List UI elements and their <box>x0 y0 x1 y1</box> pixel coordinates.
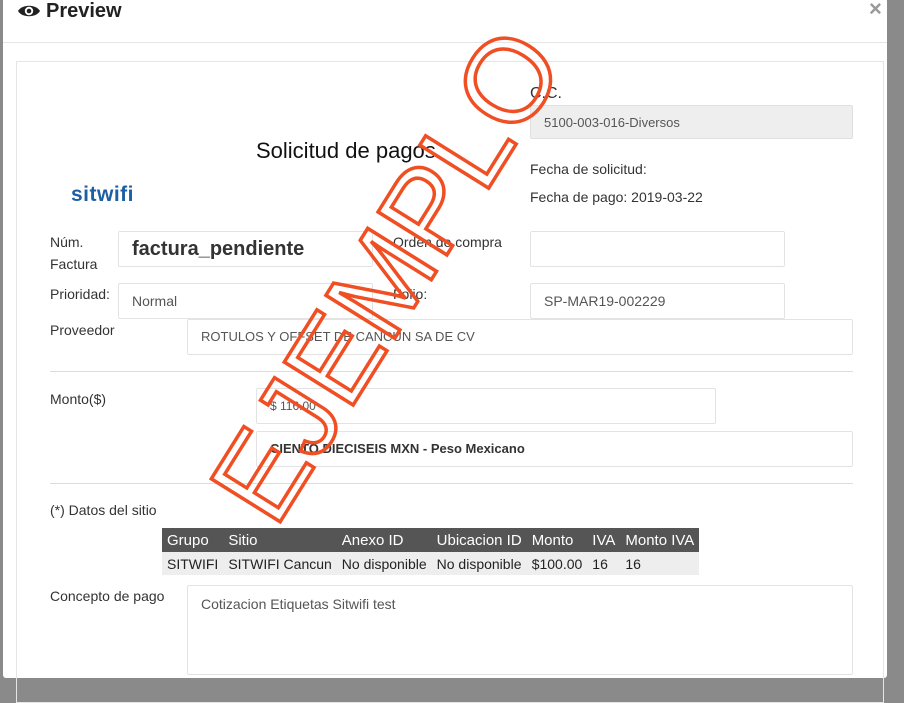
monto-label: Monto($) <box>50 391 107 407</box>
fecha-solicitud-label: Fecha de solicitud: <box>530 161 647 177</box>
prioridad-field[interactable]: Normal <box>118 283 373 319</box>
sites-table: Grupo Sitio Anexo ID Ubicacion ID Monto … <box>162 528 700 575</box>
concepto-textarea[interactable]: Cotizacion Etiquetas Sitwifi test <box>187 585 853 675</box>
sitwifi-logo: sitwifi <box>71 183 135 206</box>
prioridad-label: Prioridad: <box>50 286 110 302</box>
orden-compra-field[interactable] <box>530 231 785 267</box>
table-cell: 16 <box>587 552 621 575</box>
table-cell: $100.00 <box>526 552 588 575</box>
column-header: Grupo <box>162 528 224 552</box>
divider <box>50 483 853 484</box>
table-cell: SITWIFI <box>162 552 224 575</box>
eye-icon <box>18 5 40 17</box>
fecha-pago-text: Fecha de pago: 2019-03-22 <box>530 189 703 205</box>
modal-title: Preview <box>46 0 122 22</box>
monto-field[interactable]: $ 116.00 <box>256 388 716 424</box>
folio-label: Folio: <box>393 286 428 302</box>
orden-compra-label: Orden de compra <box>393 234 502 250</box>
close-button[interactable]: × <box>869 0 882 22</box>
table-cell: 16 <box>620 552 700 575</box>
datos-sitio-label: (*) Datos del sitio <box>50 502 157 518</box>
proveedor-field[interactable]: ROTULOS Y OFFSET DE CANCUN SA DE CV <box>187 319 853 355</box>
concepto-label: Concepto de pago <box>50 588 165 604</box>
monto-letra-field[interactable]: CIENTO DIECISEIS MXN - Peso Mexicano <box>256 431 853 467</box>
divider <box>50 371 853 372</box>
column-header: Monto IVA <box>620 528 700 552</box>
column-header: Monto <box>526 528 588 552</box>
proveedor-label: Proveedor <box>50 322 115 338</box>
table-row: SITWIFI SITWIFI Cancun No disponible No … <box>162 552 700 575</box>
cc-label: C.C. <box>530 85 562 102</box>
column-header: Anexo ID <box>336 528 432 552</box>
num-factura-field[interactable]: factura_pendiente <box>118 231 373 267</box>
table-cell: No disponible <box>431 552 527 575</box>
folio-field[interactable]: SP-MAR19-002229 <box>530 283 785 319</box>
num-factura-label: Núm. Factura <box>50 234 98 272</box>
table-cell: No disponible <box>336 552 432 575</box>
column-header: Sitio <box>223 528 337 552</box>
modal-header: Preview × <box>3 0 887 43</box>
column-header: IVA <box>587 528 621 552</box>
cc-field[interactable]: 5100-003-016-Diversos <box>530 105 853 139</box>
table-header-row: Grupo Sitio Anexo ID Ubicacion ID Monto … <box>162 528 700 552</box>
table-cell: SITWIFI Cancun <box>223 552 337 575</box>
column-header: Ubicacion ID <box>431 528 527 552</box>
page-heading: Solicitud de pagos <box>256 138 436 163</box>
